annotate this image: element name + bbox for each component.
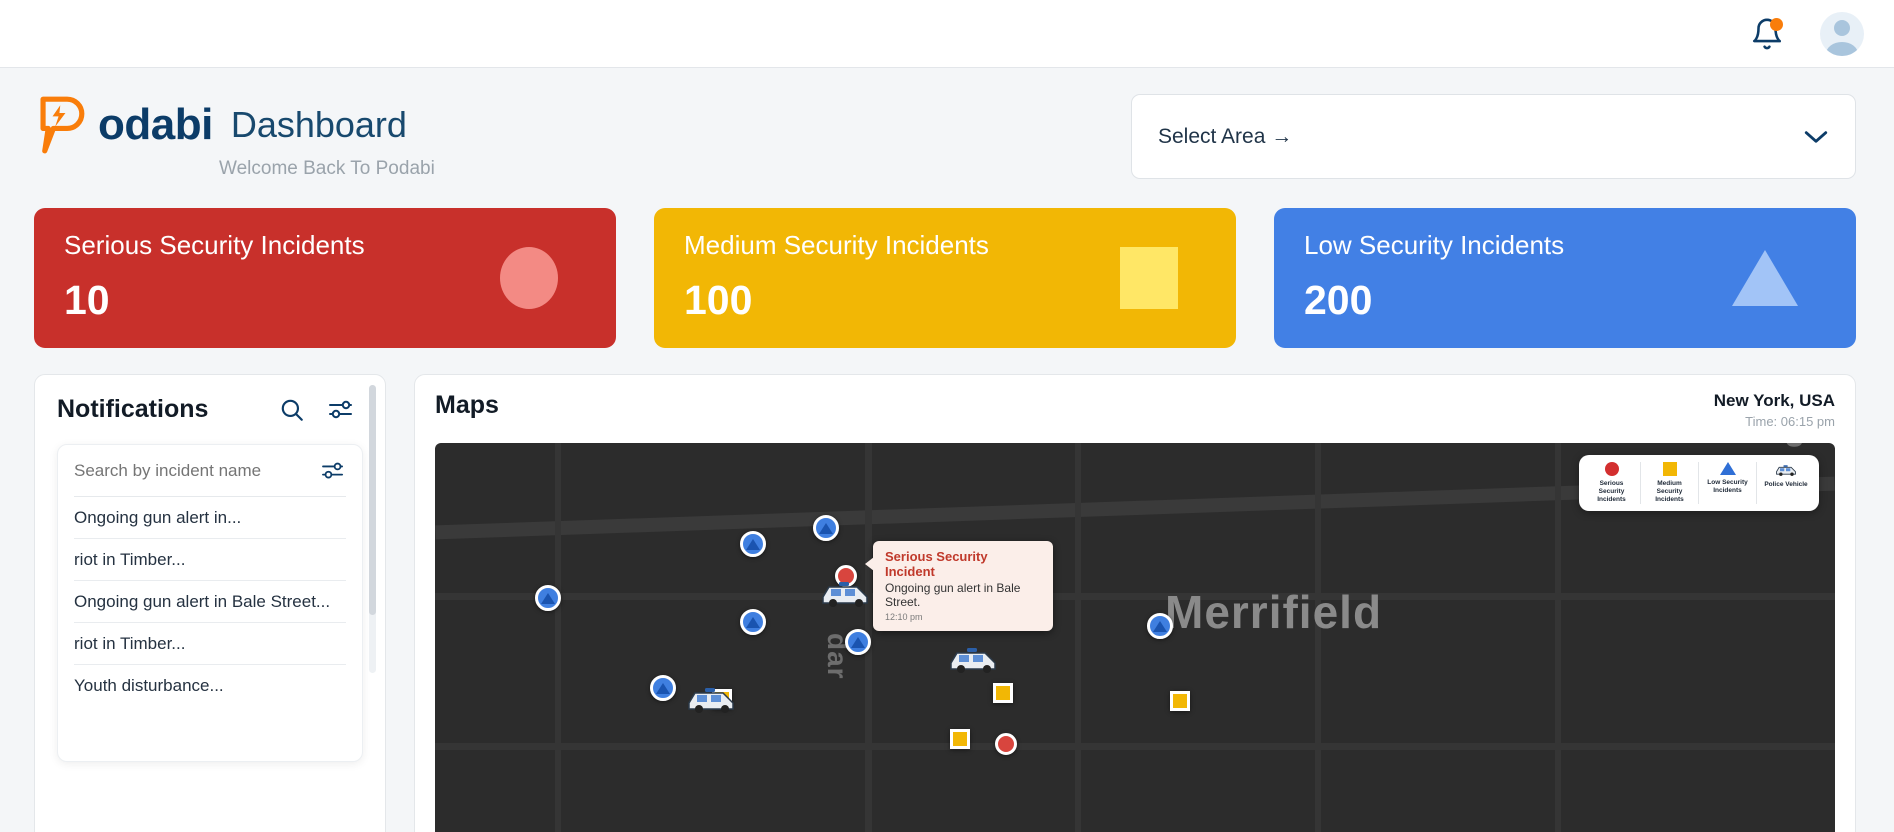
notification-badge-dot [1770,17,1783,31]
map-marker-low[interactable] [740,609,766,635]
stat-card-serious[interactable]: Serious Security Incidents 10 [34,208,616,348]
top-bar [0,0,1894,68]
map-road [1075,443,1081,832]
map-marker-low[interactable] [845,629,871,655]
maps-time: Time: 06:15 pm [1745,414,1835,429]
legend-label: Medium Security Incidents [1655,480,1684,504]
notifications-header: Notifications [57,395,363,424]
police-vehicle-icon[interactable] [817,575,873,609]
map-canvas[interactable]: Cap dar Merrifield [435,443,1835,832]
red-circle-icon [1604,462,1619,476]
notifications-panel: Notifications Search by incident name On… [34,374,386,832]
search-icon[interactable] [279,397,305,423]
notifications-scrollbar-thumb[interactable] [369,385,376,615]
legend-label: Low Security Incidents [1707,479,1748,495]
map-incident-tooltip: Serious Security Incident Ongoing gun al… [865,541,1053,631]
list-item[interactable]: riot in Timber... [74,623,346,665]
blue-triangle-icon [1719,462,1736,475]
maps-panel: Maps New York, USA Time: 06:15 pm Cap da… [414,374,1856,832]
maps-city: New York, USA [1713,391,1835,410]
yellow-square-icon [1662,462,1677,476]
legend-item-police: Police Vehicle [1757,462,1815,504]
select-area-dropdown[interactable]: Select Area → [1131,94,1856,179]
map-marker-medium[interactable] [1170,691,1190,711]
police-vehicle-icon[interactable] [683,681,739,715]
user-avatar-button[interactable] [1820,11,1864,56]
map-legend: Serious Security Incidents Medium Securi… [1579,455,1819,512]
serious-circle-icon [500,247,558,309]
police-vehicle-icon [1776,465,1796,476]
brand-suffix: Dashboard [230,104,407,145]
brand-name: odabi [98,100,213,149]
low-triangle-icon [1732,250,1798,306]
notifications-scrollbar[interactable] [369,385,376,673]
page-header: odabi Dashboard Welcome Back To Podabi S… [0,68,1894,180]
brand-row: odabi Dashboard [34,94,435,156]
map-road [435,743,1835,750]
stat-cards-row: Serious Security Incidents 10 Medium Sec… [0,180,1894,348]
tooltip-title: Serious Security Incident [885,549,988,579]
map-road [555,443,561,832]
legend-label: Serious Security Incidents [1597,480,1626,504]
tooltip-time: 12:10 pm [885,612,923,622]
chevron-down-icon [1804,130,1828,143]
notifications-search-row [74,445,346,497]
list-item[interactable]: Youth disturbance... [74,665,346,707]
map-street-label: Cap [1779,443,1813,449]
stat-card-medium[interactable]: Medium Security Incidents 100 [654,208,1236,348]
medium-square-icon [1120,247,1178,309]
map-marker-medium[interactable] [993,683,1013,703]
filter-sliders-icon[interactable] [327,399,355,421]
lower-section: Notifications Search by incident name On… [0,348,1894,832]
list-filter-sliders-icon[interactable] [320,461,346,481]
legend-item-low: Low Security Incidents [1699,462,1757,505]
notifications-title: Notifications [57,395,209,423]
map-marker-low[interactable] [535,585,561,611]
avatar-body-icon [1826,41,1858,56]
tooltip-tail [865,557,874,571]
map-marker-serious[interactable] [995,733,1017,755]
tooltip-body: Ongoing gun alert in Bale Street. [885,581,1021,609]
search-input[interactable] [74,460,320,481]
podabi-logo-icon [40,96,85,154]
map-marker-low[interactable] [740,531,766,557]
notifications-bell-button[interactable] [1750,17,1784,51]
legend-item-serious: Serious Security Incidents [1583,462,1641,505]
legend-label: Police Vehicle [1764,481,1808,488]
map-road [435,593,1835,600]
list-item[interactable]: Ongoing gun alert in... [74,497,346,539]
maps-title: Maps [435,391,499,419]
map-road [1555,443,1561,832]
list-item[interactable]: Ongoing gun alert in Bale Street... [74,581,346,623]
list-item[interactable]: riot in Timber... [74,539,346,581]
map-marker-low[interactable] [1147,613,1173,639]
avatar-head-icon [1834,19,1850,36]
welcome-text: Welcome Back To Podabi [219,158,435,179]
stat-card-low[interactable]: Low Security Incidents 200 [1274,208,1856,348]
police-vehicle-icon[interactable] [945,641,1001,675]
maps-meta: New York, USA Time: 06:15 pm [1714,391,1835,429]
select-area-label: Select Area → [1158,124,1293,148]
map-road [1315,443,1321,832]
brand-block: odabi Dashboard Welcome Back To Podabi [34,94,435,180]
notifications-list-box: Ongoing gun alert in... riot in Timber..… [57,444,363,762]
notifications-header-actions [279,397,355,423]
maps-header: Maps New York, USA Time: 06:15 pm [435,391,1835,429]
map-marker-low[interactable] [813,515,839,541]
legend-item-medium: Medium Security Incidents [1641,462,1699,505]
map-marker-low[interactable] [650,675,676,701]
map-marker-medium[interactable] [950,729,970,749]
